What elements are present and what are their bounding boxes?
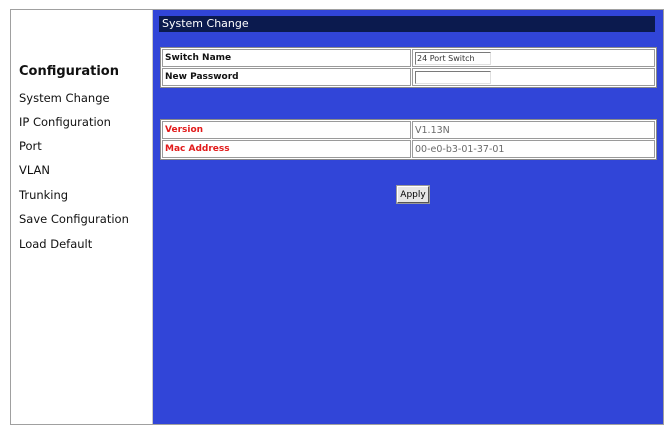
nav-system-change[interactable]: System Change — [19, 91, 110, 105]
mac-address-value: 00-e0-b3-01-37-01 — [412, 140, 655, 158]
system-form-table: Switch Name New Password — [160, 47, 657, 88]
nav-port[interactable]: Port — [19, 139, 42, 153]
switch-name-cell — [412, 49, 655, 67]
version-row: Version V1.13N — [162, 121, 655, 139]
new-password-row: New Password — [162, 68, 655, 86]
system-info-table: Version V1.13N Mac Address 00-e0-b3-01-3… — [160, 119, 657, 160]
new-password-input[interactable] — [415, 70, 491, 84]
version-label: Version — [162, 121, 411, 139]
switch-name-input[interactable] — [415, 51, 491, 65]
switch-name-label: Switch Name — [162, 49, 411, 67]
nav-load-default[interactable]: Load Default — [19, 237, 92, 251]
switch-name-row: Switch Name — [162, 49, 655, 67]
new-password-label: New Password — [162, 68, 411, 86]
mac-address-row: Mac Address 00-e0-b3-01-37-01 — [162, 140, 655, 158]
sidebar-heading: Configuration — [19, 64, 119, 79]
nav-trunking[interactable]: Trunking — [19, 188, 68, 202]
nav-vlan[interactable]: VLAN — [19, 163, 50, 177]
version-value: V1.13N — [412, 121, 655, 139]
new-password-cell — [412, 68, 655, 86]
mac-address-label: Mac Address — [162, 140, 411, 158]
main-content: System Change Switch Name New Password V… — [153, 10, 663, 424]
sidebar: Configuration System Change IP Configura… — [11, 10, 153, 424]
app-frame: Configuration System Change IP Configura… — [10, 9, 664, 425]
nav-save-configuration[interactable]: Save Configuration — [19, 212, 129, 226]
page-title: System Change — [159, 16, 655, 32]
nav-ip-configuration[interactable]: IP Configuration — [19, 115, 111, 129]
apply-button[interactable]: Apply — [396, 185, 430, 204]
